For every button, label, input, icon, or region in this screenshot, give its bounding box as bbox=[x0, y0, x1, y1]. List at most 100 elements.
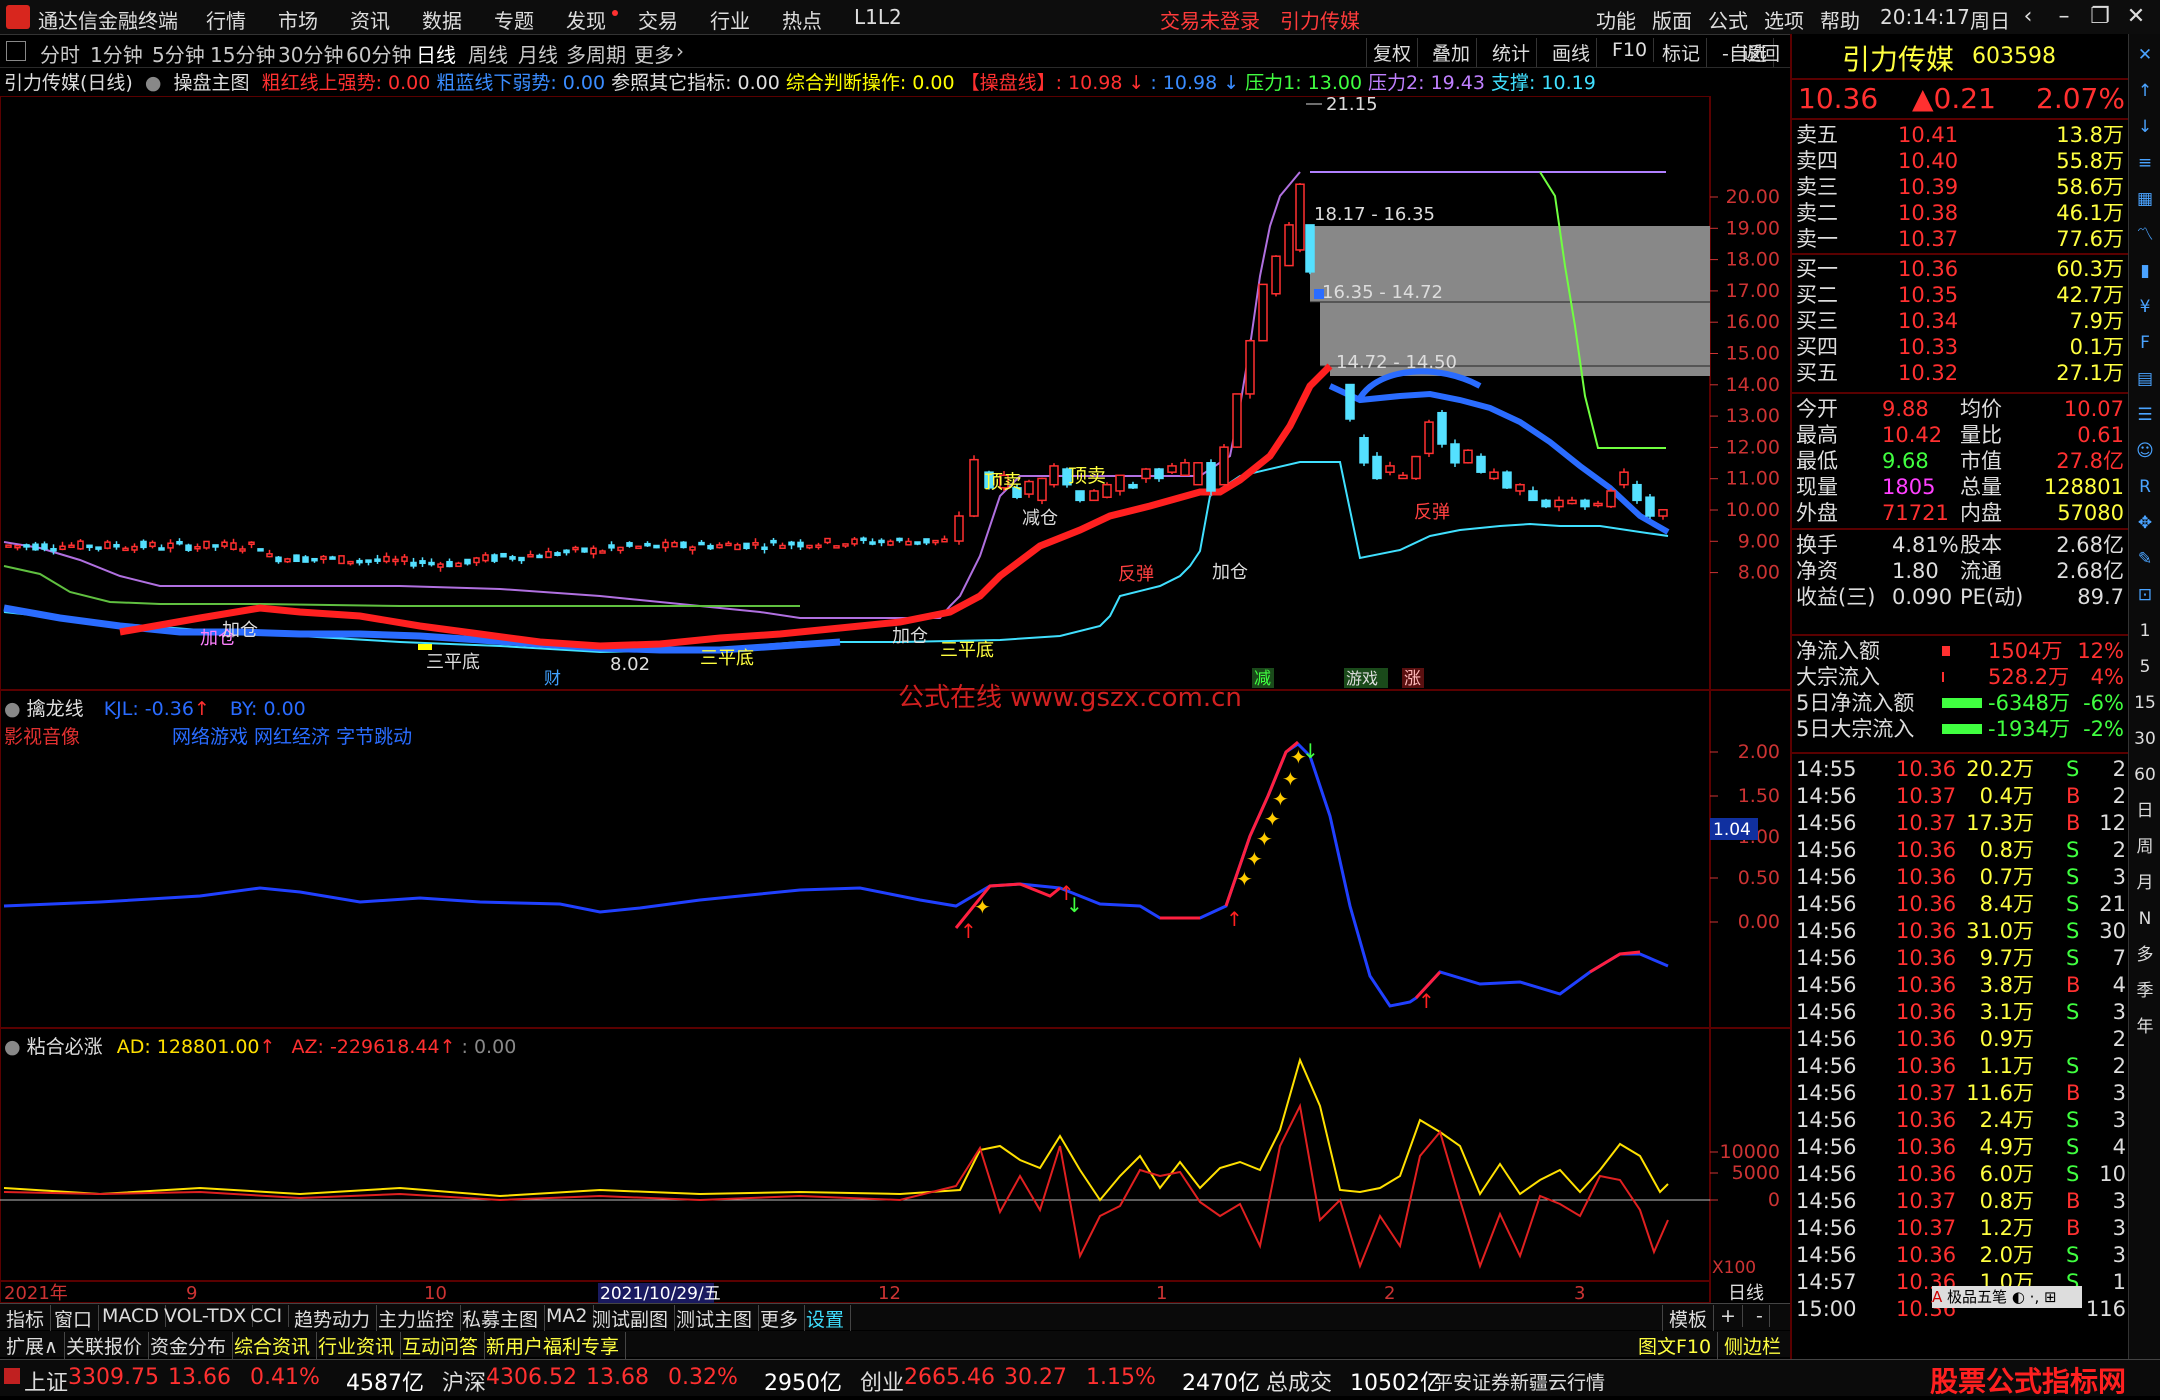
tab-expand[interactable]: 扩展∧ bbox=[0, 1332, 65, 1359]
tick-row[interactable]: 14:56 10.36 31.0万 S 30 bbox=[1792, 918, 2130, 945]
menu-item-options[interactable]: 选项 bbox=[1764, 5, 1804, 34]
event-reduce-tag[interactable]: 减 bbox=[1254, 669, 1271, 689]
toolbar-stats[interactable]: 统计 bbox=[1486, 38, 1538, 67]
event-game-tag[interactable]: 游戏 bbox=[1346, 669, 1378, 688]
event-up-tag[interactable]: 涨 bbox=[1404, 669, 1421, 689]
dropdown-icon[interactable]: ● bbox=[145, 72, 162, 94]
tab-settings[interactable]: 设置 bbox=[800, 1305, 852, 1332]
f10-icon[interactable]: F bbox=[2132, 330, 2158, 356]
period-15-icon[interactable]: 15 bbox=[2132, 690, 2158, 716]
period-5-icon[interactable]: 5 bbox=[2132, 654, 2158, 680]
tick-row[interactable]: 14:56 10.36 3.8万 B 4 bbox=[1792, 972, 2130, 999]
flow-row[interactable]: 大宗流入 528.2万 4% bbox=[1792, 664, 2130, 690]
tab-15min[interactable]: 15分钟 bbox=[210, 39, 275, 68]
bid-row[interactable]: 买一 10.36 60.3万 bbox=[1792, 256, 2130, 282]
menu-item-data[interactable]: 数据 bbox=[422, 5, 462, 34]
tick-row[interactable]: 14:56 10.36 0.8万 S 2 bbox=[1792, 837, 2130, 864]
flow-row[interactable]: 5日净流入额 -6348万 -6% bbox=[1792, 690, 2130, 716]
tab-trend-power[interactable]: 趋势动力 bbox=[288, 1305, 378, 1332]
tab-60min[interactable]: 60分钟 bbox=[346, 39, 411, 68]
stat-row[interactable]: 净资 1.80 流通 2.68亿 bbox=[1792, 558, 2130, 584]
ask-row[interactable]: 卖二 10.38 46.1万 bbox=[1792, 200, 2130, 226]
minimize-icon[interactable]: – bbox=[2046, 2, 2082, 32]
stat-row[interactable]: 现量 1805 总量 128801 bbox=[1792, 474, 2130, 500]
toolbar-adjust[interactable]: 复权 bbox=[1366, 38, 1419, 67]
menu-item-quotes[interactable]: 行情 bbox=[206, 5, 246, 34]
add-panel-button[interactable]: + bbox=[1714, 1305, 1743, 1327]
tab-comprehensive-news[interactable]: 综合资讯 bbox=[228, 1332, 318, 1359]
tab-cci[interactable]: CCI bbox=[244, 1305, 290, 1327]
toolbar-draw[interactable]: 画线 bbox=[1546, 38, 1598, 67]
menu-item-l1l2[interactable]: L1L2 bbox=[854, 5, 902, 29]
menu-item-market[interactable]: 市场 bbox=[278, 5, 318, 34]
ask-row[interactable]: 卖三 10.39 58.6万 bbox=[1792, 174, 2130, 200]
stat-row[interactable]: 今开 9.88 均价 10.07 bbox=[1792, 396, 2130, 422]
period-年-icon[interactable]: 年 bbox=[2132, 1014, 2158, 1040]
tab-related-quote[interactable]: 关联报价 bbox=[60, 1332, 150, 1359]
tab-test-main[interactable]: 测试主图 bbox=[670, 1305, 760, 1332]
fs-icon[interactable]: ⊡ bbox=[2132, 582, 2158, 608]
period-季-icon[interactable]: 季 bbox=[2132, 978, 2158, 1004]
doc-icon[interactable]: ▤ bbox=[2132, 366, 2158, 392]
tab-weekly[interactable]: 周线 bbox=[468, 39, 508, 68]
down-icon[interactable]: ↓ bbox=[2132, 114, 2158, 140]
tab-test-sub[interactable]: 测试副图 bbox=[586, 1305, 676, 1332]
ask-row[interactable]: 卖五 10.41 13.8万 bbox=[1792, 122, 2130, 148]
tick-row[interactable]: 14:56 10.36 1.1万 S 2 bbox=[1792, 1053, 2130, 1080]
tab-industry-news[interactable]: 行业资讯 bbox=[312, 1332, 402, 1359]
flow-row[interactable]: 净流入额 1504万 12% bbox=[1792, 638, 2130, 664]
tick-row[interactable]: 14:56 10.36 2.0万 S 3 bbox=[1792, 1242, 2130, 1269]
tab-more-indicators[interactable]: 更多 bbox=[754, 1305, 806, 1332]
tab-indicator[interactable]: 指标 bbox=[0, 1305, 52, 1332]
menu-item-topics[interactable]: 专题 bbox=[494, 5, 534, 34]
login-status[interactable]: 交易未登录 bbox=[1160, 5, 1260, 34]
tab-qa[interactable]: 互动问答 bbox=[396, 1332, 486, 1359]
stat-row[interactable]: 最高 10.42 量比 0.61 bbox=[1792, 422, 2130, 448]
menu-item-industry[interactable]: 行业 bbox=[710, 5, 750, 34]
tab-new-user[interactable]: 新用户福利专享 bbox=[480, 1332, 627, 1359]
tab-5min[interactable]: 5分钟 bbox=[152, 39, 205, 68]
tick-row[interactable]: 14:56 10.37 17.3万 B 12 bbox=[1792, 810, 2130, 837]
period-60-icon[interactable]: 60 bbox=[2132, 762, 2158, 788]
tab-vol-tdx[interactable]: VOL-TDX bbox=[158, 1305, 254, 1327]
tab-f10-graphic[interactable]: 图文F10 bbox=[1632, 1332, 1719, 1359]
toolbar-f10[interactable]: F10 bbox=[1606, 38, 1655, 62]
tick-row[interactable]: 14:56 10.37 1.2万 B 3 bbox=[1792, 1215, 2130, 1242]
up-icon[interactable]: ↑ bbox=[2132, 78, 2158, 104]
tab-more[interactable]: 更多 bbox=[634, 39, 674, 68]
remove-panel-button[interactable]: - bbox=[1750, 1305, 1770, 1327]
formula-name[interactable]: 操盘主图 bbox=[174, 72, 250, 94]
tick-row[interactable]: 14:56 10.37 11.6万 B 3 bbox=[1792, 1080, 2130, 1107]
period-N-icon[interactable]: N bbox=[2132, 906, 2158, 932]
panel3-dropdown-icon[interactable]: ● bbox=[4, 1036, 21, 1058]
tab-fund-dist[interactable]: 资金分布 bbox=[144, 1332, 234, 1359]
tab-main-force[interactable]: 主力监控 bbox=[372, 1305, 462, 1332]
panel2-dropdown-icon[interactable]: ● bbox=[4, 698, 21, 720]
tab-1min[interactable]: 1分钟 bbox=[90, 39, 143, 68]
chart-icon[interactable]: 〽 bbox=[2132, 222, 2158, 248]
panel2-title[interactable]: 擒龙线 bbox=[27, 698, 84, 720]
people-icon[interactable]: ☺ bbox=[2132, 438, 2158, 464]
move-icon[interactable]: ✥ bbox=[2132, 510, 2158, 536]
menu-item-function[interactable]: 功能 bbox=[1596, 5, 1636, 34]
event-financial-tag[interactable]: 财 bbox=[544, 669, 561, 689]
tick-row[interactable]: 14:55 10.36 20.2万 S 2 bbox=[1792, 756, 2130, 783]
template-button[interactable]: 模板 bbox=[1662, 1305, 1715, 1332]
bid-row[interactable]: 买五 10.32 27.1万 bbox=[1792, 360, 2130, 386]
tick-row[interactable]: 14:56 10.36 9.7万 S 7 bbox=[1792, 945, 2130, 972]
tick-row[interactable]: 14:56 10.37 0.8万 B 3 bbox=[1792, 1188, 2130, 1215]
menu-item-news[interactable]: 资讯 bbox=[350, 5, 390, 34]
menu-item-trade[interactable]: 交易 bbox=[638, 5, 678, 34]
bid-row[interactable]: 买四 10.33 0.1万 bbox=[1792, 334, 2130, 360]
menu-item-help[interactable]: 帮助 bbox=[1820, 5, 1860, 34]
period-1-icon[interactable]: 1 bbox=[2132, 618, 2158, 644]
stat-row[interactable]: 换手 4.81% 股本 2.68亿 bbox=[1792, 532, 2130, 558]
money-icon[interactable]: ¥ bbox=[2132, 294, 2158, 320]
menu-item-formula[interactable]: 公式 bbox=[1708, 5, 1748, 34]
tick-row[interactable]: 14:56 10.36 0.7万 S 3 bbox=[1792, 864, 2130, 891]
menu-item-discover[interactable]: 发现 bbox=[566, 5, 606, 34]
news-icon[interactable]: ☰ bbox=[2132, 402, 2158, 428]
pen-icon[interactable]: ✎ bbox=[2132, 546, 2158, 572]
tab-monthly[interactable]: 月线 bbox=[518, 39, 558, 68]
period-月-icon[interactable]: 月 bbox=[2132, 870, 2158, 896]
